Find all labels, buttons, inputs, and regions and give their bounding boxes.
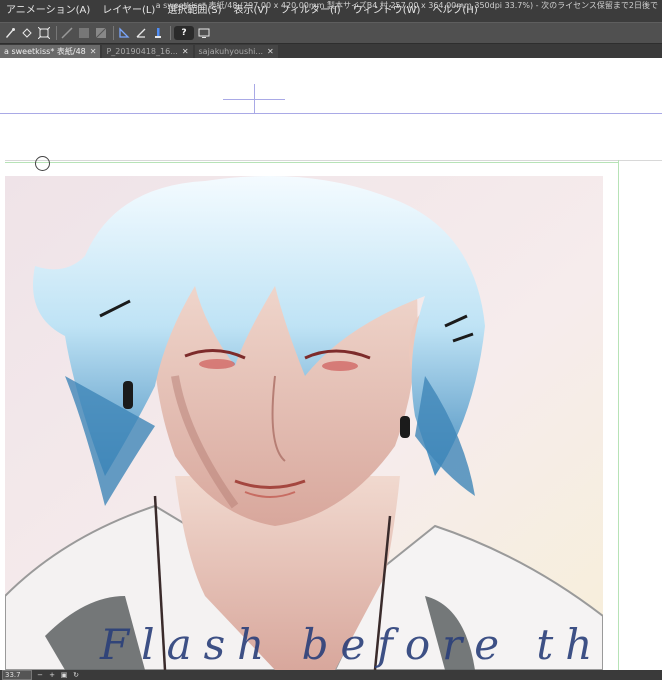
transform-icon[interactable] [37, 26, 51, 40]
ruler-icon[interactable] [117, 26, 131, 40]
bleed-guide [618, 160, 619, 670]
layer2-icon[interactable] [77, 26, 91, 40]
tab-label: a sweetkiss* 表紙/48 [4, 47, 86, 56]
close-icon[interactable]: ✕ [182, 47, 189, 56]
artwork-illustration: Flash before the cigar [5, 176, 603, 670]
layer-icon[interactable] [60, 26, 74, 40]
layer3-icon[interactable] [94, 26, 108, 40]
bleed-guide [5, 162, 618, 163]
tab-document-2[interactable]: P_20190418_16... ✕ [102, 45, 193, 58]
tab-label: P_20190418_16... [106, 47, 178, 56]
fill-icon[interactable] [20, 26, 34, 40]
paper-edge [5, 160, 662, 161]
tab-document-1[interactable]: a sweetkiss* 表紙/48 ✕ [0, 45, 101, 58]
crosshair-mark [254, 84, 255, 114]
screen-icon[interactable] [197, 26, 211, 40]
canvas-guide-line [0, 113, 662, 114]
artwork-caption: Flash before the cigar [100, 620, 603, 669]
toolbar-separator [113, 26, 114, 40]
menu-layer[interactable]: レイヤー(L) [96, 0, 161, 22]
close-icon[interactable]: ✕ [90, 47, 97, 56]
menu-animation[interactable]: アニメーション(A) [0, 0, 96, 22]
status-bar: 33.7 − + ▣ ↻ [0, 670, 662, 680]
tab-document-3[interactable]: sajakuhyoushi... ✕ [194, 45, 278, 58]
rotate-icon[interactable]: ↻ [72, 671, 80, 679]
close-icon[interactable]: ✕ [267, 47, 274, 56]
toolbar-separator [170, 26, 171, 40]
toolbar-separator [56, 26, 57, 40]
brush-cursor [35, 156, 50, 171]
document-tabs: a sweetkiss* 表紙/48 ✕ P_20190418_16... ✕ … [0, 44, 662, 58]
snap-icon[interactable] [134, 26, 148, 40]
zoom-field[interactable]: 33.7 [2, 670, 32, 680]
brush-icon[interactable] [3, 26, 17, 40]
zoom-out-icon[interactable]: − [36, 671, 44, 679]
window-title: a sweetkiss* 表紙/48 (297.00 x 420.00mm 製本… [155, 1, 658, 10]
command-toolbar: ? [0, 22, 662, 44]
zoom-in-icon[interactable]: + [48, 671, 56, 679]
canvas-area[interactable]: Flash before the cigar [0, 58, 662, 670]
fit-icon[interactable]: ▣ [60, 671, 68, 679]
menu-bar: アニメーション(A) レイヤー(L) 選択範囲(S) 表示(V) フィルター(I… [0, 0, 662, 22]
pen-icon[interactable] [151, 26, 165, 40]
help-icon[interactable]: ? [174, 26, 194, 40]
tab-label: sajakuhyoushi... [198, 47, 264, 56]
